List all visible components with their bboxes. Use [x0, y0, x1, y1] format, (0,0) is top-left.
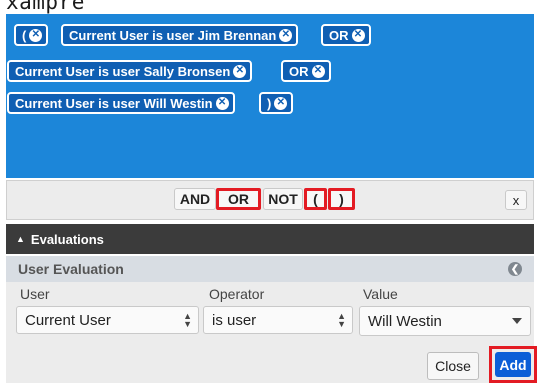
user-evaluation-title: User Evaluation: [18, 261, 124, 277]
operator-label: Operator: [209, 286, 265, 302]
pill-label: ): [267, 95, 272, 111]
pill-label: OR: [329, 27, 349, 43]
expression-panel: ( ✕ Current User is user Jim Brennan ✕ O…: [6, 14, 534, 178]
stepper-arrows-icon: ▲ ▼: [183, 311, 192, 329]
chevron-down-icon: [512, 318, 522, 324]
open-paren-button[interactable]: (: [304, 188, 327, 210]
close-button[interactable]: Close: [427, 352, 479, 380]
evaluations-title: Evaluations: [30, 231, 104, 247]
remove-icon[interactable]: ✕: [311, 64, 325, 78]
user-select[interactable]: Current User ▲ ▼: [16, 306, 199, 334]
add-button[interactable]: Add: [495, 352, 531, 377]
back-arrow-icon[interactable]: ❮: [508, 262, 522, 276]
and-button[interactable]: AND: [174, 188, 216, 210]
pill-label: Current User is user Sally Bronsen: [15, 63, 231, 79]
not-button[interactable]: NOT: [263, 188, 303, 210]
add-button-highlight: Add: [489, 346, 537, 383]
operator-pill-or[interactable]: OR ✕: [321, 24, 371, 46]
page-heading-fragment: xampre: [6, 0, 85, 14]
value-select-value: Will Westin: [368, 312, 442, 330]
value-label: Value: [363, 286, 398, 302]
operator-pill-or[interactable]: OR ✕: [281, 60, 331, 82]
condition-pill-sally[interactable]: Current User is user Sally Bronsen ✕: [7, 60, 253, 82]
operator-select-value: is user: [212, 311, 257, 329]
collapse-triangle-icon: ▲: [16, 234, 25, 244]
remove-icon[interactable]: ✕: [215, 96, 229, 110]
remove-icon[interactable]: ✕: [29, 28, 43, 42]
close-paren-button[interactable]: ): [328, 188, 355, 210]
pill-label: (: [22, 27, 27, 43]
or-button[interactable]: OR: [216, 188, 261, 210]
open-paren-pill[interactable]: ( ✕: [14, 24, 49, 46]
condition-pill-jim[interactable]: Current User is user Jim Brennan ✕: [61, 24, 299, 46]
value-select[interactable]: Will Westin: [359, 306, 531, 336]
remove-icon[interactable]: ✕: [279, 28, 293, 42]
stepper-arrows-icon: ▲ ▼: [337, 311, 346, 329]
evaluation-form: User Operator Value Current User ▲ ▼ is u…: [6, 282, 537, 383]
remove-icon[interactable]: ✕: [233, 64, 247, 78]
operator-select[interactable]: is user ▲ ▼: [203, 306, 353, 334]
user-label: User: [20, 286, 50, 302]
remove-icon[interactable]: ✕: [274, 96, 288, 110]
operator-toolbar: AND OR NOT ( ) x: [6, 180, 534, 220]
evaluations-header[interactable]: ▲ Evaluations: [6, 224, 534, 254]
clear-button[interactable]: x: [505, 190, 527, 210]
pill-label: Current User is user Jim Brennan: [69, 27, 277, 43]
close-paren-pill[interactable]: ) ✕: [259, 92, 294, 114]
pill-label: Current User is user Will Westin: [15, 95, 213, 111]
pill-label: OR: [289, 63, 309, 79]
user-evaluation-title-bar: User Evaluation ❮: [6, 256, 534, 282]
condition-pill-will[interactable]: Current User is user Will Westin ✕: [7, 92, 235, 114]
user-select-value: Current User: [25, 311, 111, 329]
remove-icon[interactable]: ✕: [351, 28, 365, 42]
